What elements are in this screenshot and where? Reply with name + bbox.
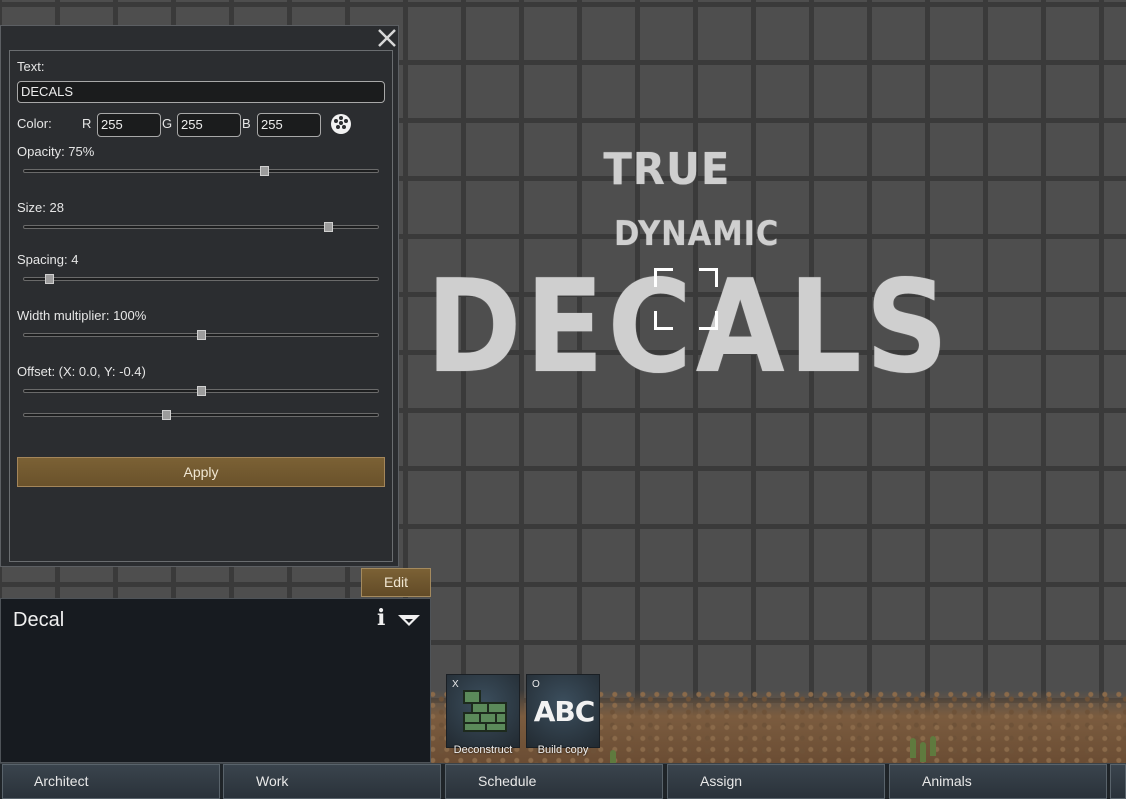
apply-button[interactable]: Apply (17, 457, 385, 487)
text-input[interactable]: DECALS (17, 81, 385, 103)
g-label: G (162, 116, 173, 131)
deconstruct-icon (463, 690, 507, 732)
info-icon[interactable]: i (377, 607, 391, 629)
collapse-chevron-icon[interactable] (397, 613, 421, 627)
tab-more[interactable] (1110, 764, 1126, 799)
offset-x-slider[interactable] (23, 386, 379, 396)
selection-bracket-icon (654, 268, 718, 330)
offset-y-slider-thumb[interactable] (162, 410, 171, 420)
opacity-slider[interactable] (23, 166, 379, 176)
color-label: Color: (17, 116, 52, 131)
offset-y-slider[interactable] (23, 410, 379, 420)
opacity-label: Opacity: 75% (17, 144, 95, 159)
spacing-slider-thumb[interactable] (45, 274, 54, 284)
offset-x-slider-thumb[interactable] (197, 386, 206, 396)
text-label: Text: (17, 59, 45, 74)
size-slider-thumb[interactable] (324, 222, 333, 232)
tab-work[interactable]: Work (223, 764, 441, 799)
main-tabs-bar: Architect Work Schedule Assign Animals (0, 763, 1126, 799)
b-input[interactable]: 255 (257, 113, 321, 137)
tab-animals[interactable]: Animals (889, 764, 1107, 799)
width-multiplier-slider[interactable] (23, 330, 379, 340)
inspect-pane: Decal i (0, 598, 431, 763)
edit-button[interactable]: Edit (361, 568, 431, 597)
b-label: B (242, 116, 251, 131)
width-multiplier-slider-thumb[interactable] (197, 330, 206, 340)
close-icon[interactable] (375, 26, 399, 50)
gizmo-hotkey: X (452, 679, 459, 690)
decal-edit-dialog: Text: DECALS Color: R 255 G 255 B 255 Op… (0, 25, 399, 567)
size-label: Size: 28 (17, 200, 64, 215)
decal-true: TRUE (603, 144, 731, 195)
tab-architect[interactable]: Architect (2, 764, 220, 799)
abc-icon: ABC (533, 695, 596, 728)
r-label: R (82, 116, 92, 131)
g-input[interactable]: 255 (177, 113, 241, 137)
offset-label: Offset: (X: 0.0, Y: -0.4) (17, 364, 146, 379)
tab-assign[interactable]: Assign (667, 764, 885, 799)
r-input[interactable]: 255 (97, 113, 161, 137)
deconstruct-label: Deconstruct (453, 744, 513, 756)
build-copy-gizmo[interactable]: O ABC (526, 674, 600, 748)
width-multiplier-label: Width multiplier: 100% (17, 308, 147, 323)
opacity-slider-thumb[interactable] (260, 166, 269, 176)
build-copy-label: Build copy (537, 744, 589, 756)
inspect-title: Decal (13, 609, 65, 631)
color-picker-icon[interactable] (331, 114, 351, 134)
decal-dynamic: DYNAMIC (614, 214, 780, 254)
spacing-slider[interactable] (23, 274, 379, 284)
size-slider[interactable] (23, 222, 379, 232)
tab-schedule[interactable]: Schedule (445, 764, 663, 799)
gizmo-hotkey: O (532, 679, 540, 690)
deconstruct-gizmo[interactable]: X (446, 674, 520, 748)
spacing-label: Spacing: 4 (17, 252, 79, 267)
